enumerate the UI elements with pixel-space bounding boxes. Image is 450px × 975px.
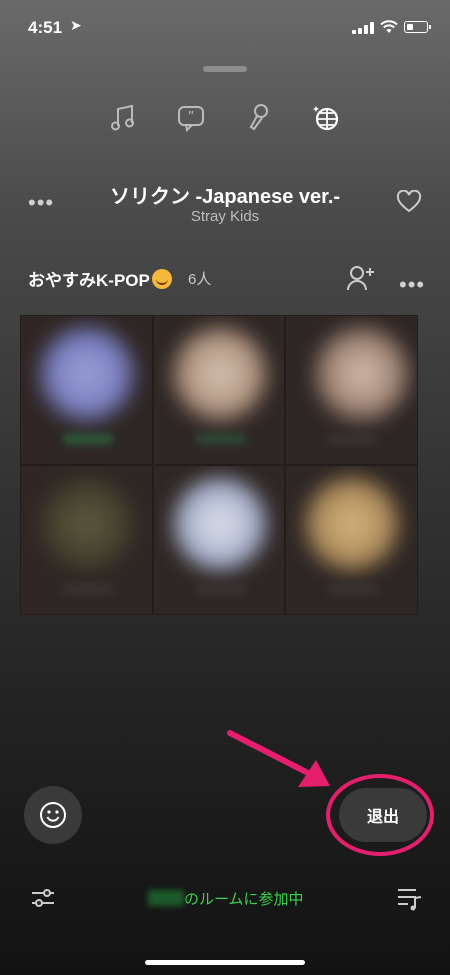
- avatar: [41, 328, 133, 420]
- tab-bar: ”: [105, 100, 345, 140]
- cellular-signal-icon: [352, 22, 374, 34]
- heart-icon[interactable]: [396, 190, 422, 214]
- avatar: [41, 478, 133, 570]
- status-bar: 4:51 ➤: [0, 0, 450, 54]
- member-tile[interactable]: [285, 315, 418, 465]
- battery-icon: [404, 21, 431, 33]
- member-tile[interactable]: [152, 465, 286, 615]
- room-more-button[interactable]: •••: [399, 274, 425, 296]
- add-user-icon[interactable]: [346, 264, 376, 292]
- joined-room-text: のルームに参加中: [184, 891, 304, 908]
- tab-room[interactable]: [309, 100, 345, 136]
- member-tile[interactable]: [285, 465, 418, 615]
- footer-bar: のルームに参加中: [0, 876, 450, 920]
- music-note-icon: [111, 104, 134, 131]
- highlight-circle: [326, 774, 434, 856]
- joined-room-status[interactable]: のルームに参加中: [148, 888, 304, 909]
- room-name-text: おやすみK-POP: [28, 271, 150, 290]
- track-title: ソリクン -Japanese ver.-: [109, 186, 341, 208]
- member-grid: [20, 315, 418, 615]
- avatar: [173, 328, 266, 420]
- home-indicator[interactable]: [145, 960, 305, 965]
- drag-handle[interactable]: [203, 66, 247, 72]
- disco-ball-icon: [313, 106, 339, 131]
- smiling-face-with-hearts-icon: [151, 269, 172, 289]
- member-tile[interactable]: [20, 315, 153, 465]
- blurred-username: [148, 890, 184, 906]
- chat-bubble-icon: ”: [178, 106, 204, 132]
- avatar: [306, 478, 399, 570]
- tab-chat[interactable]: ”: [173, 100, 209, 136]
- member-count: 6人: [188, 271, 212, 288]
- room-name: おやすみK-POP: [28, 266, 172, 291]
- svg-text:”: ”: [188, 110, 195, 125]
- microphone-icon: [249, 104, 268, 131]
- tab-music[interactable]: [105, 100, 141, 136]
- emoji-reaction-button[interactable]: [24, 786, 82, 844]
- status-time: 4:51: [28, 18, 63, 37]
- wifi-icon: [380, 20, 398, 33]
- playlist-icon[interactable]: [396, 886, 424, 912]
- avatar: [316, 328, 409, 420]
- member-tile[interactable]: [152, 315, 286, 465]
- member-tile[interactable]: [20, 465, 153, 615]
- sliders-icon[interactable]: [30, 886, 56, 910]
- track-artist[interactable]: Stray Kids: [0, 208, 450, 225]
- smiley-icon: [40, 802, 66, 828]
- tab-karaoke[interactable]: [241, 100, 277, 136]
- avatar: [173, 478, 266, 570]
- location-arrow-icon: ➤: [70, 17, 82, 33]
